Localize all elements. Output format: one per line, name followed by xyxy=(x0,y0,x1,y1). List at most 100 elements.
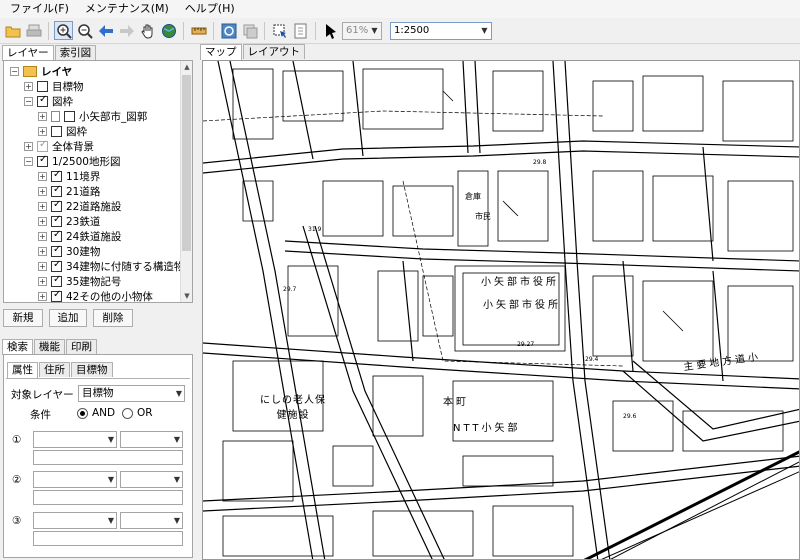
expand-icon[interactable]: + xyxy=(38,127,47,136)
refresh-map-icon[interactable] xyxy=(219,21,238,40)
menu-help[interactable]: ヘルプ(H) xyxy=(177,0,243,18)
layer-checkbox[interactable] xyxy=(37,94,48,107)
layer-checkbox[interactable] xyxy=(51,274,62,287)
layer-checkbox[interactable] xyxy=(37,154,48,167)
layer-checkbox[interactable] xyxy=(51,214,62,227)
tab-print[interactable]: 印刷 xyxy=(66,339,97,354)
zoom-combo[interactable]: 61% ▼ xyxy=(342,21,382,40)
open-folder-icon[interactable] xyxy=(3,21,22,40)
menu-file[interactable]: ファイル(F) xyxy=(2,0,77,18)
collapse-icon[interactable]: − xyxy=(10,67,19,76)
layer-row[interactable]: +22道路施設 xyxy=(38,199,121,214)
layer-checkbox[interactable] xyxy=(51,244,62,257)
layer-tree: −レイヤ+目標物−図枠+小矢部市_図郭+図枠+全体背景−1/2500地形図+11… xyxy=(3,60,193,303)
expand-icon[interactable]: + xyxy=(38,292,47,301)
export-icon[interactable] xyxy=(291,21,310,40)
expand-icon[interactable]: + xyxy=(38,232,47,241)
zoom-out-icon[interactable] xyxy=(75,21,94,40)
layer-label: 11境界 xyxy=(66,171,101,183)
layer-row[interactable]: + 図枠 xyxy=(38,124,87,139)
condition-value-input[interactable] xyxy=(33,531,183,546)
expand-icon[interactable]: + xyxy=(38,262,47,271)
scroll-up-icon[interactable]: ▲ xyxy=(181,61,192,73)
forward-arrow-icon[interactable] xyxy=(117,21,136,40)
layer-row[interactable]: + 小矢部市_図郭 xyxy=(38,109,147,124)
chevron-down-icon: ▼ xyxy=(107,435,114,444)
layer-row[interactable]: +11境界 xyxy=(38,169,100,184)
select-area-icon[interactable] xyxy=(270,21,289,40)
layer-row[interactable]: +23鉄道 xyxy=(38,214,100,229)
layer-row[interactable]: + 目標物 xyxy=(24,79,84,94)
scroll-thumb[interactable] xyxy=(182,75,191,251)
condition-field-select[interactable]: ▼ xyxy=(33,431,117,448)
layer-checkbox[interactable] xyxy=(64,111,75,122)
expand-icon[interactable]: + xyxy=(38,187,47,196)
layer-row[interactable]: − 図枠 xyxy=(24,94,73,109)
condition-operator-select[interactable]: ▼ xyxy=(120,431,183,448)
layer-row[interactable]: − 1/2500地形図 xyxy=(24,154,120,169)
tab-search[interactable]: 検索 xyxy=(2,339,33,355)
layer-row[interactable]: +21道路 xyxy=(38,184,100,199)
condition-operator-select[interactable]: ▼ xyxy=(120,471,183,488)
layer-checkbox[interactable] xyxy=(51,199,62,212)
layer-row[interactable]: +34建物に付随する構造物 xyxy=(38,259,184,274)
ruler-icon[interactable] xyxy=(189,21,208,40)
pointer-icon[interactable] xyxy=(321,21,340,40)
scale-combo[interactable]: 1:2500 ▼ xyxy=(390,21,492,40)
tab-layers[interactable]: レイヤー xyxy=(2,45,54,61)
condition-value-input[interactable] xyxy=(33,450,183,465)
back-arrow-icon[interactable] xyxy=(96,21,115,40)
globe-icon[interactable] xyxy=(159,21,178,40)
layer-checkbox[interactable] xyxy=(51,126,62,137)
expand-icon[interactable]: + xyxy=(38,277,47,286)
expand-icon[interactable]: + xyxy=(38,112,47,121)
tab-landmark[interactable]: 目標物 xyxy=(71,362,113,377)
expand-icon[interactable]: + xyxy=(38,172,47,181)
layers-icon[interactable] xyxy=(240,21,259,40)
expand-icon[interactable]: + xyxy=(24,82,33,91)
layer-checkbox[interactable] xyxy=(51,169,62,182)
layer-row[interactable]: − レイヤ xyxy=(10,64,72,79)
tab-map[interactable]: マップ xyxy=(200,44,242,60)
tab-index-map[interactable]: 索引図 xyxy=(54,45,97,60)
and-radio[interactable] xyxy=(77,408,88,419)
condition-field-select[interactable]: ▼ xyxy=(33,471,117,488)
tab-layout[interactable]: レイアウト xyxy=(242,44,305,59)
or-radio[interactable] xyxy=(122,408,133,419)
pan-hand-icon[interactable] xyxy=(138,21,157,40)
map-view[interactable]: 小矢部市役所 小矢部市役所 本町 NTT小矢部 主要地方道小 にしの老人保健施設 倉庫 市民 2… xyxy=(202,60,800,560)
layer-row[interactable]: +42その他の小物体 xyxy=(38,289,153,302)
print-icon[interactable] xyxy=(24,21,43,40)
layer-row[interactable]: +35建物記号 xyxy=(38,274,121,289)
zoom-in-icon[interactable] xyxy=(54,21,73,40)
condition-operator-select[interactable]: ▼ xyxy=(120,512,183,529)
expand-icon[interactable]: + xyxy=(38,247,47,256)
layer-row[interactable]: +24鉄道施設 xyxy=(38,229,121,244)
add-layer-button[interactable]: 追加 xyxy=(49,309,87,327)
expand-icon[interactable]: + xyxy=(38,217,47,226)
chevron-down-icon: ▼ xyxy=(175,389,182,398)
layer-checkbox[interactable] xyxy=(37,139,48,152)
layer-checkbox[interactable] xyxy=(51,289,62,302)
layer-scrollbar[interactable]: ▲ ▼ xyxy=(180,61,192,302)
condition-value-input[interactable] xyxy=(33,490,183,505)
tab-attribute[interactable]: 属性 xyxy=(7,362,38,378)
layer-row[interactable]: +30建物 xyxy=(38,244,100,259)
tab-address[interactable]: 住所 xyxy=(39,362,70,377)
delete-layer-button[interactable]: 削除 xyxy=(93,309,133,327)
tab-function[interactable]: 機能 xyxy=(34,339,65,354)
layer-checkbox[interactable] xyxy=(51,259,62,272)
layer-checkbox[interactable] xyxy=(51,229,62,242)
menu-maintenance[interactable]: メンテナンス(M) xyxy=(77,0,177,18)
expand-icon[interactable]: + xyxy=(38,202,47,211)
layer-row[interactable]: + 全体背景 xyxy=(24,139,94,154)
collapse-icon[interactable]: − xyxy=(24,97,33,106)
layer-checkbox[interactable] xyxy=(51,184,62,197)
condition-field-select[interactable]: ▼ xyxy=(33,512,117,529)
target-layer-select[interactable]: 目標物 ▼ xyxy=(78,385,185,402)
layer-checkbox[interactable] xyxy=(37,81,48,92)
expand-icon[interactable]: + xyxy=(24,142,33,151)
collapse-icon[interactable]: − xyxy=(24,157,33,166)
new-layer-button[interactable]: 新規 xyxy=(3,309,43,327)
scroll-down-icon[interactable]: ▼ xyxy=(181,290,192,302)
